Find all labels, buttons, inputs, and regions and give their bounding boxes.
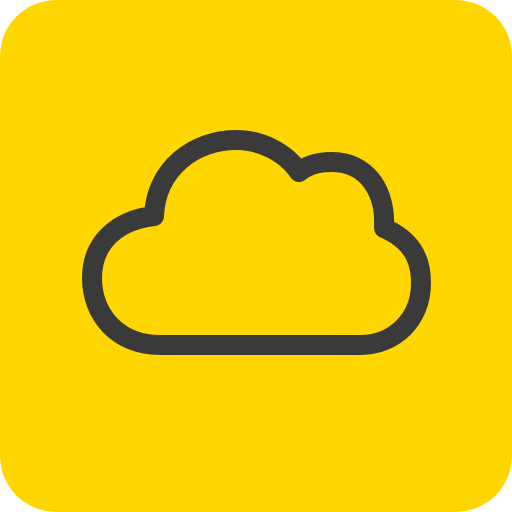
app-icon-graphic — [0, 0, 512, 512]
icon-background — [0, 0, 512, 512]
app-icon-tile[interactable] — [0, 0, 512, 512]
